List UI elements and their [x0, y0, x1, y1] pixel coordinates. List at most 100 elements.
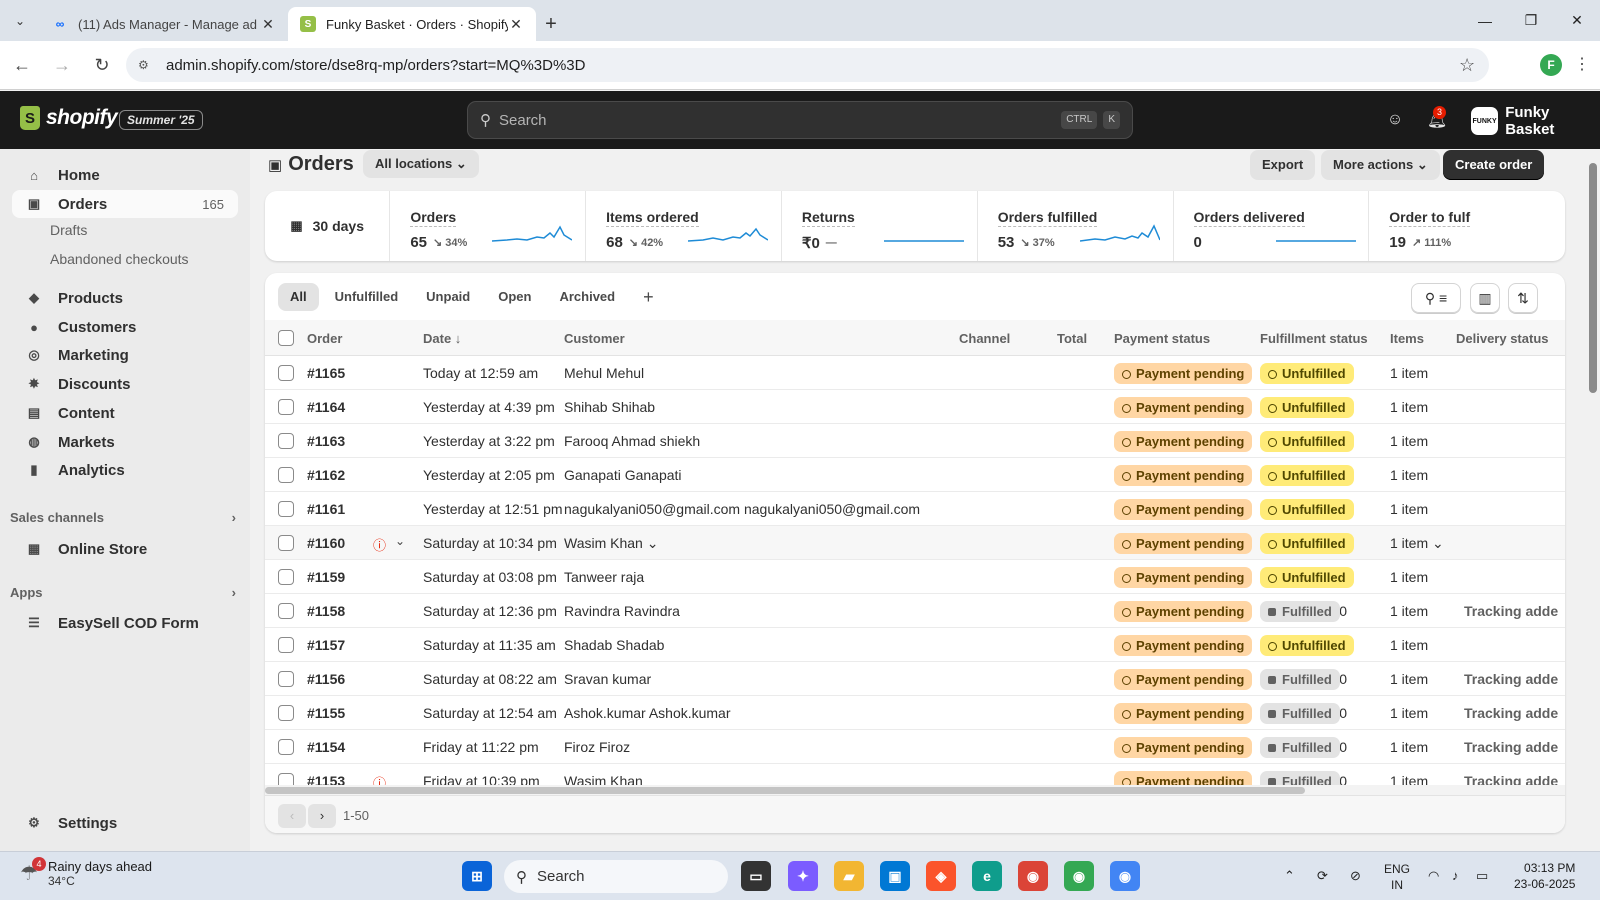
table-row[interactable]: #1159Saturday at 03:08 pmTanweer raja₹85… [265, 560, 1565, 594]
chrome-profile-b-icon[interactable]: ◉ [1110, 861, 1140, 891]
sidebar-item-easysell[interactable]: ☰ EasySell COD Form [12, 609, 238, 637]
table-row[interactable]: #1158 Saturday at 12:36 pm Ravindra Ravind… [265, 594, 1565, 628]
scrollbar-thumb[interactable] [265, 787, 1305, 794]
show-hidden-icons-chevron-icon[interactable]: ⌃ [1284, 868, 1295, 884]
prev-page-button[interactable]: ‹ [278, 804, 306, 828]
windows-start-icon[interactable]: ⊞ [462, 861, 492, 891]
row-checkbox[interactable] [278, 603, 294, 619]
chevron-down-icon[interactable]: ⌄ [647, 535, 659, 551]
tab-archived[interactable]: Archived [547, 283, 627, 311]
column-customer[interactable]: Customer [564, 331, 625, 346]
sidebar-item-abandoned-checkouts[interactable]: Abandoned checkouts [50, 251, 189, 267]
metric-card[interactable]: Order to fulf 19 ↗ 111% [1369, 191, 1565, 261]
order-number[interactable]: #1156 [307, 671, 345, 687]
tab-open[interactable]: Open [486, 283, 543, 311]
sales-channels-header[interactable]: Sales channels › [10, 510, 236, 525]
items-count[interactable]: 1 item [1390, 399, 1428, 415]
table-row[interactable]: #1160ⓘ⌄Saturday at 10:34 pmWasim Khan ⌄₹… [265, 526, 1565, 560]
table-row[interactable]: #1157Saturday at 11:35 amShadab Shadab₹7… [265, 628, 1565, 662]
url-field[interactable]: ⚙ admin.shopify.com/store/dse8rq-mp/orde… [126, 48, 1489, 82]
column-fulfillment-status[interactable]: Fulfillment status [1260, 331, 1368, 346]
order-number[interactable]: #1165 [307, 365, 345, 381]
order-number[interactable]: #1161 [307, 501, 345, 517]
table-row[interactable]: #1162 Yesterday at 2:05 pm Ganapati Ganapa… [265, 458, 1565, 492]
reload-icon[interactable]: ↻ [84, 47, 120, 83]
order-number[interactable]: #1154 [307, 739, 345, 755]
clock[interactable]: 03:13 PM 23-06-2025 [1514, 860, 1575, 892]
items-count[interactable]: 1 item [1390, 501, 1428, 517]
tab-ads-manager[interactable]: ∞ (11) Ads Manager - Manage ad ✕ [40, 7, 288, 41]
volume-icon[interactable]: ♪ [1452, 868, 1459, 883]
vertical-scrollbar[interactable] [1586, 149, 1600, 851]
shopify-logo[interactable]: S shopify [20, 106, 118, 130]
profile-avatar[interactable]: F [1540, 54, 1562, 76]
apps-header[interactable]: Apps › [10, 585, 236, 600]
row-checkbox[interactable] [278, 535, 294, 551]
column-delivery-status[interactable]: Delivery status [1456, 331, 1549, 346]
table-row[interactable]: #1163 Yesterday at 3:22 pm Farooq Ahmad sh… [265, 424, 1565, 458]
add-view-button[interactable]: + [631, 283, 666, 311]
metric-card[interactable]: Orders 65 ↘ 34% [390, 191, 587, 261]
battery-icon[interactable]: ▭ [1476, 868, 1488, 884]
sidebar-item-products[interactable]: ◆ Products [12, 284, 238, 312]
row-checkbox[interactable] [278, 705, 294, 721]
chrome-icon[interactable]: ◉ [1018, 861, 1048, 891]
table-row[interactable]: #1156Saturday at 08:22 amSravan kumar₹85… [265, 662, 1565, 696]
sidebar-item-customers[interactable]: ● Customers [12, 313, 238, 341]
sidebar-item-markets[interactable]: ◍ Markets [12, 428, 238, 456]
next-page-button[interactable]: › [308, 804, 336, 828]
select-all-checkbox[interactable] [278, 330, 294, 346]
task-view-icon[interactable]: ▭ [741, 861, 771, 891]
row-checkbox[interactable] [278, 569, 294, 585]
items-count[interactable]: 1 item [1390, 467, 1428, 483]
table-row[interactable]: #1165Today at 12:59 amMehul Mehul₹850.00… [265, 356, 1565, 390]
edition-badge[interactable]: Summer '25 [119, 110, 203, 130]
close-window-icon[interactable]: ✕ [1554, 0, 1600, 41]
sidebar-item-analytics[interactable]: ▮ Analytics [12, 456, 238, 484]
create-order-button[interactable]: Create order [1443, 150, 1545, 180]
column-channel[interactable]: Channel [959, 331, 1010, 346]
order-number[interactable]: #1160 [307, 535, 345, 551]
items-count[interactable]: 1 item [1390, 365, 1428, 381]
column-order[interactable]: Order [307, 331, 342, 346]
items-count[interactable]: 1 item [1390, 671, 1428, 687]
row-checkbox[interactable] [278, 739, 294, 755]
site-info-icon[interactable]: ⚙ [138, 58, 156, 72]
column-date[interactable]: Date ↓ [423, 331, 461, 346]
items-count[interactable]: 1 item [1390, 637, 1428, 653]
sidebar-item-content[interactable]: ▤ Content [12, 399, 238, 427]
metric-card[interactable]: Items ordered 68 ↘ 42% [586, 191, 782, 261]
sidebar-item-home[interactable]: ⌂ Home [12, 161, 238, 189]
column-total[interactable]: Total [1057, 331, 1087, 346]
sidebar-item-drafts[interactable]: Drafts [50, 222, 87, 238]
row-checkbox[interactable] [278, 671, 294, 687]
columns-button[interactable]: ▥ [1470, 283, 1500, 313]
language-indicator[interactable]: ENG IN [1384, 861, 1410, 893]
items-count[interactable]: 1 item [1390, 569, 1428, 585]
sidebar-item-discounts[interactable]: ✸ Discounts [12, 370, 238, 398]
copilot-icon[interactable]: ✦ [788, 861, 818, 891]
chrome-profile-f-icon[interactable]: ◉ [1064, 861, 1094, 891]
order-number[interactable]: #1158 [307, 603, 345, 619]
sidebar-item-marketing[interactable]: ◎ Marketing [12, 341, 238, 369]
metric-card[interactable]: Orders fulfilled 53 ↘ 37% [978, 191, 1174, 261]
tab-list-chevron-icon[interactable]: ⌄ [0, 0, 40, 41]
table-row[interactable]: #1164Yesterday at 4:39 pmShihab Shihab₹8… [265, 390, 1565, 424]
location-filter-button[interactable]: All locations ⌄ [363, 150, 479, 178]
row-checkbox[interactable] [278, 501, 294, 517]
chevron-down-icon[interactable]: ⌄ [395, 534, 405, 548]
metric-card[interactable]: Returns ₹0 — [782, 191, 978, 261]
sidebar-item-settings[interactable]: ⚙ Settings [12, 809, 238, 837]
sidebar-item-orders[interactable]: ▣ Orders 165 [12, 190, 238, 218]
file-explorer-icon[interactable]: ▰ [834, 861, 864, 891]
chevron-down-icon[interactable]: ⌄ [1432, 535, 1444, 551]
minimize-icon[interactable]: — [1462, 0, 1508, 41]
order-number[interactable]: #1157 [307, 637, 345, 653]
wifi-icon[interactable]: ◠ [1428, 868, 1439, 884]
column-items[interactable]: Items [1390, 331, 1424, 346]
metric-card[interactable]: Orders delivered 0 [1174, 191, 1370, 261]
store-menu[interactable]: FUNKY Funky Basket [1471, 104, 1600, 138]
table-row[interactable]: #1161 Yesterday at 12:51 pm nagukalyani050… [265, 492, 1565, 526]
sidebar-item-online-store[interactable]: ▦ Online Store [12, 535, 238, 563]
row-checkbox[interactable] [278, 399, 294, 415]
